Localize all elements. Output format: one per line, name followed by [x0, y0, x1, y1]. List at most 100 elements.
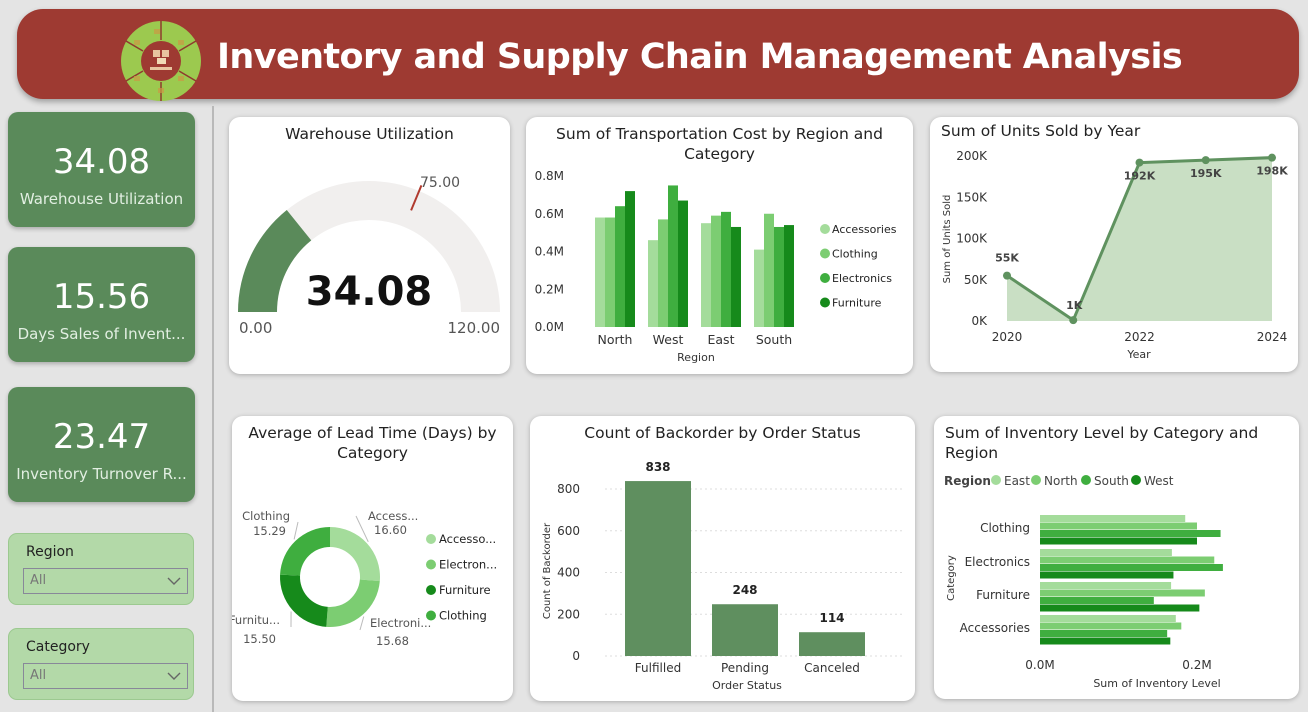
- bar: [754, 249, 764, 327]
- legend-label: Clothing: [439, 609, 487, 623]
- y-tick-label: 800: [557, 482, 580, 496]
- kpi-days-sales-of-inventory: 15.56 Days Sales of Invent...: [8, 247, 195, 362]
- bar: [731, 226, 741, 327]
- bar: [774, 226, 784, 327]
- sidebar-divider: [212, 106, 214, 712]
- bar: [605, 217, 615, 327]
- bar: [1040, 537, 1197, 545]
- y-tick-label: 0.0M: [535, 320, 564, 334]
- data-point: [1069, 316, 1078, 325]
- inventory-level-card[interactable]: Sum of Inventory Level by Category and R…: [934, 416, 1299, 699]
- data-label: 248: [732, 583, 757, 597]
- legend-marker: [426, 610, 436, 621]
- y-tick-label: 0: [572, 649, 580, 663]
- x-axis-label: Year: [1126, 348, 1151, 361]
- dropdown-value: All: [30, 573, 47, 588]
- legend-marker: [991, 475, 1001, 485]
- bar: [625, 481, 691, 656]
- kpi-label: Inventory Turnover R...: [16, 465, 187, 483]
- x-axis-label: Order Status: [712, 679, 782, 692]
- bar: [1040, 549, 1172, 556]
- slice-name-label: Electroni...: [370, 616, 431, 630]
- y-tick-label: 400: [557, 566, 580, 580]
- bar: [1040, 637, 1171, 645]
- transportation-cost-card[interactable]: Sum of Transportation Cost by Region and…: [526, 117, 913, 374]
- y-tick-label: Furniture: [976, 588, 1030, 602]
- legend-label: South: [1094, 474, 1129, 488]
- y-tick-label: 50K: [964, 273, 988, 287]
- bar: [1040, 589, 1205, 597]
- legend-label: Accesso...: [439, 532, 496, 546]
- legend-label: North: [1044, 474, 1078, 488]
- bar: [658, 219, 668, 327]
- x-tick-label: Canceled: [804, 661, 860, 675]
- y-tick-label: 200K: [956, 149, 988, 163]
- gauge-target-label: 75.00: [420, 175, 460, 191]
- slice-value-label: 15.29: [253, 524, 286, 538]
- bar: [784, 225, 794, 327]
- x-tick-label: Fulfilled: [635, 661, 681, 675]
- y-tick-label: 0.6M: [535, 207, 564, 221]
- y-tick-label: 0.2M: [535, 282, 564, 296]
- kpi-value: 23.47: [52, 417, 151, 457]
- category-slicer: Category All: [8, 628, 194, 700]
- x-tick-label: West: [653, 332, 684, 347]
- legend-label: Clothing: [832, 248, 878, 261]
- legend-label: Furniture: [832, 297, 882, 310]
- data-label: 838: [645, 460, 670, 474]
- slice-name-label: Furnitu...: [232, 613, 280, 627]
- bar: [1040, 604, 1200, 612]
- slicer-title: Category: [26, 639, 90, 655]
- donut-slice: [330, 527, 380, 582]
- slice-value-label: 15.68: [376, 634, 409, 648]
- bar: [1040, 582, 1172, 589]
- slicer-title: Region: [26, 544, 74, 560]
- data-label: 55K: [995, 252, 1019, 265]
- y-tick-label: 200: [557, 607, 580, 621]
- bar: [799, 632, 865, 656]
- slice-name-label: Clothing: [242, 509, 290, 523]
- lead-time-card[interactable]: Average of Lead Time (Days) by Category …: [232, 416, 513, 701]
- x-tick-label: Pending: [721, 661, 769, 675]
- bar: [1040, 622, 1182, 630]
- bar: [678, 200, 688, 327]
- data-label: 1K: [1066, 299, 1083, 312]
- gauge-value: 34.08: [306, 269, 433, 315]
- y-tick-label: 150K: [956, 190, 988, 204]
- legend-label: East: [1004, 474, 1030, 488]
- bar: [701, 223, 711, 327]
- slice-name-label: Access...: [368, 509, 418, 523]
- legend-label: Furniture: [439, 583, 491, 597]
- donut-slice: [280, 574, 328, 627]
- y-tick-label: 0K: [971, 314, 988, 328]
- warehouse-utilization-gauge-card[interactable]: Warehouse Utilization 34.08 0.00 120.00 …: [229, 117, 510, 374]
- y-tick-label: 0.4M: [535, 245, 564, 259]
- kpi-inventory-turnover: 23.47 Inventory Turnover R...: [8, 387, 195, 502]
- legend-marker: [426, 559, 436, 570]
- supply-chain-logo-icon: [121, 21, 201, 101]
- bar: [711, 215, 721, 327]
- y-axis-label: Category: [946, 555, 957, 601]
- backorder-card[interactable]: Count of Backorder by Order Status 0 200 4…: [530, 416, 915, 701]
- legend-label: Electronics: [832, 272, 892, 285]
- y-tick-label: 0.8M: [535, 169, 564, 183]
- legend-marker: [1031, 475, 1041, 485]
- data-label: 195K: [1190, 167, 1222, 180]
- units-sold-card[interactable]: Sum of Units Sold by Year 0K 50K 100K 150K 2…: [930, 117, 1298, 372]
- legend-marker: [1081, 475, 1091, 485]
- data-point: [1201, 156, 1210, 165]
- legend-marker: [820, 248, 830, 259]
- data-label: 192K: [1124, 170, 1156, 183]
- kpi-value: 15.56: [52, 277, 151, 317]
- y-axis-label: Sum of Units Sold: [942, 195, 953, 284]
- slice-value-label: 16.60: [374, 523, 407, 537]
- category-dropdown[interactable]: All: [23, 663, 188, 689]
- region-dropdown[interactable]: All: [23, 568, 188, 594]
- lead-time-donut-chart: Access...16.60 Electroni... 15.68 Furnitu..…: [232, 509, 497, 648]
- bar: [1040, 571, 1174, 579]
- bar: [615, 206, 625, 327]
- y-tick-label: Accessories: [960, 621, 1030, 635]
- x-tick-label: 2024: [1257, 330, 1288, 344]
- chevron-down-icon: [167, 577, 181, 585]
- kpi-label: Days Sales of Invent...: [17, 325, 186, 343]
